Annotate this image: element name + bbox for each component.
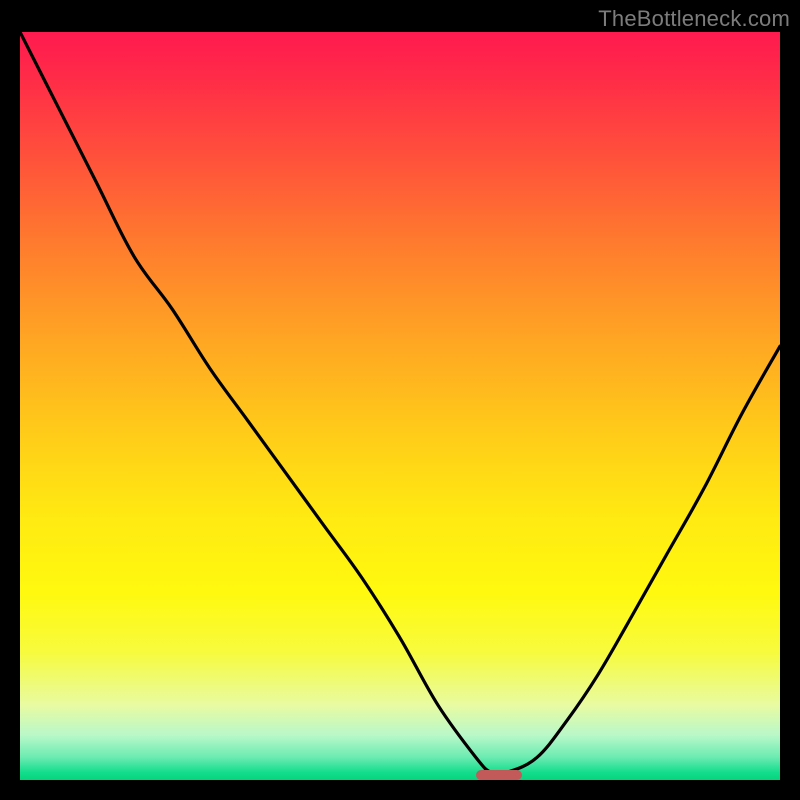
optimal-marker [476,770,522,780]
watermark-text: TheBottleneck.com [598,6,790,32]
plot-area [20,32,780,780]
chart-frame: TheBottleneck.com [0,0,800,800]
bottleneck-curve [20,32,780,775]
curve-svg [20,32,780,780]
